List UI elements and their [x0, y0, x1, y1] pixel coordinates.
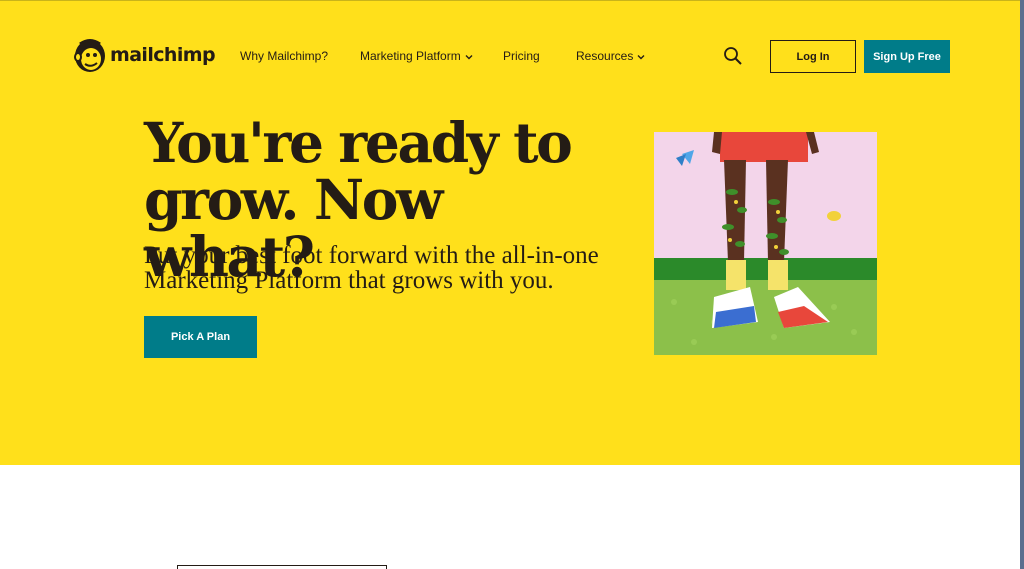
nav-pricing[interactable]: Pricing: [503, 49, 540, 63]
pick-plan-button[interactable]: Pick A Plan: [144, 316, 257, 358]
content-card-edge: [177, 565, 387, 569]
nav-label: Pricing: [503, 49, 540, 63]
chevron-down-icon: [637, 54, 645, 59]
hero-subheadline: Put your best foot forward with the all-…: [144, 242, 599, 294]
brand-name: mailchimp: [110, 44, 216, 66]
signup-button[interactable]: Sign Up Free: [864, 40, 950, 73]
login-button[interactable]: Log In: [770, 40, 856, 73]
chevron-down-icon: [465, 54, 473, 59]
nav-label: Resources: [576, 49, 634, 63]
nav-label: Why Mailchimp?: [240, 49, 329, 63]
search-icon: [724, 47, 742, 65]
window-edge: [1020, 0, 1024, 569]
freddie-icon: [74, 39, 105, 72]
nav-label: Marketing Platform: [360, 49, 461, 63]
brand-logo[interactable]: mailchimp: [72, 36, 216, 74]
top-divider: [0, 0, 1020, 1]
hero-image: [654, 132, 877, 355]
legs-sneakers-illustration: [654, 132, 877, 355]
nav-marketing-platform[interactable]: Marketing Platform: [360, 49, 473, 63]
nav-resources[interactable]: Resources: [576, 49, 645, 63]
search-button[interactable]: [723, 46, 743, 66]
nav-why-mailchimp[interactable]: Why Mailchimp?: [240, 49, 328, 63]
